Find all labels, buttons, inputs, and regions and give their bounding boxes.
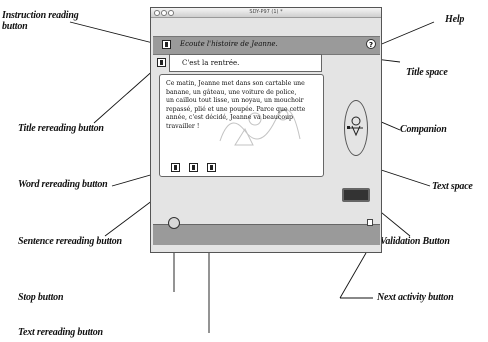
story-text: Ce matin, Jeanne met dans son cartable u… (166, 80, 306, 130)
sentence-rereading-button[interactable] (189, 163, 198, 172)
text-space: Ce matin, Jeanne met dans son cartable u… (159, 74, 324, 177)
text-space-label: Text space (432, 181, 473, 192)
title-reading-button[interactable] (157, 58, 166, 67)
app-window: SDY-P97 (1) * Ecoute l'histoire de Jeann… (150, 7, 382, 253)
companion-icon (347, 116, 363, 137)
text-rereading-button-label: Text rereading button (18, 327, 103, 338)
text-rereading-button[interactable] (207, 163, 216, 172)
title-space: C'est la rentrée. (169, 54, 322, 72)
companion-character[interactable] (344, 100, 368, 156)
instruction-reading-button-label: Instruction reading button (2, 10, 79, 32)
bottom-bar (153, 224, 380, 245)
title-reading-button-label: Title rereading button (18, 123, 104, 134)
help-label: Help (445, 14, 465, 25)
title-space-label: Title space (406, 67, 448, 78)
help-button[interactable]: ? (366, 39, 376, 49)
instruction-bar: Ecoute l'histoire de Jeanne. (153, 36, 380, 55)
companion-label: Companion (400, 124, 447, 135)
window-controls[interactable] (154, 10, 175, 20)
word-rereading-button-label: Word rereading button (18, 179, 108, 190)
instruction-text: Ecoute l'histoire de Jeanne. (180, 40, 278, 48)
window-titlebar: SDY-P97 (1) * (151, 8, 381, 18)
sentence-rereading-button-label: Sentence rereading button (18, 236, 122, 247)
word-rereading-button[interactable] (171, 163, 180, 172)
stop-button-label: Stop button (18, 292, 64, 303)
validation-button[interactable] (342, 188, 370, 202)
window-title: SDY-P97 (1) * (249, 9, 283, 15)
validation-button-label: Validation Button (380, 236, 450, 247)
instruction-reading-button[interactable] (162, 40, 171, 49)
next-activity-button-label: Next activity button (377, 292, 454, 303)
stop-button[interactable] (168, 217, 180, 229)
next-activity-button[interactable] (367, 219, 373, 226)
